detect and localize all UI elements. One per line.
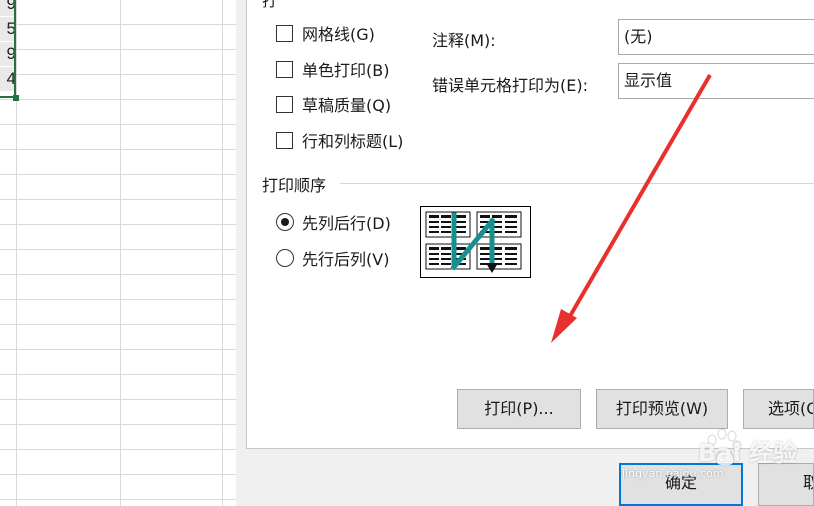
watermark-brand: Bai 经验 (698, 439, 798, 467)
watermark-url: jingyan.baidu.com (622, 467, 724, 480)
